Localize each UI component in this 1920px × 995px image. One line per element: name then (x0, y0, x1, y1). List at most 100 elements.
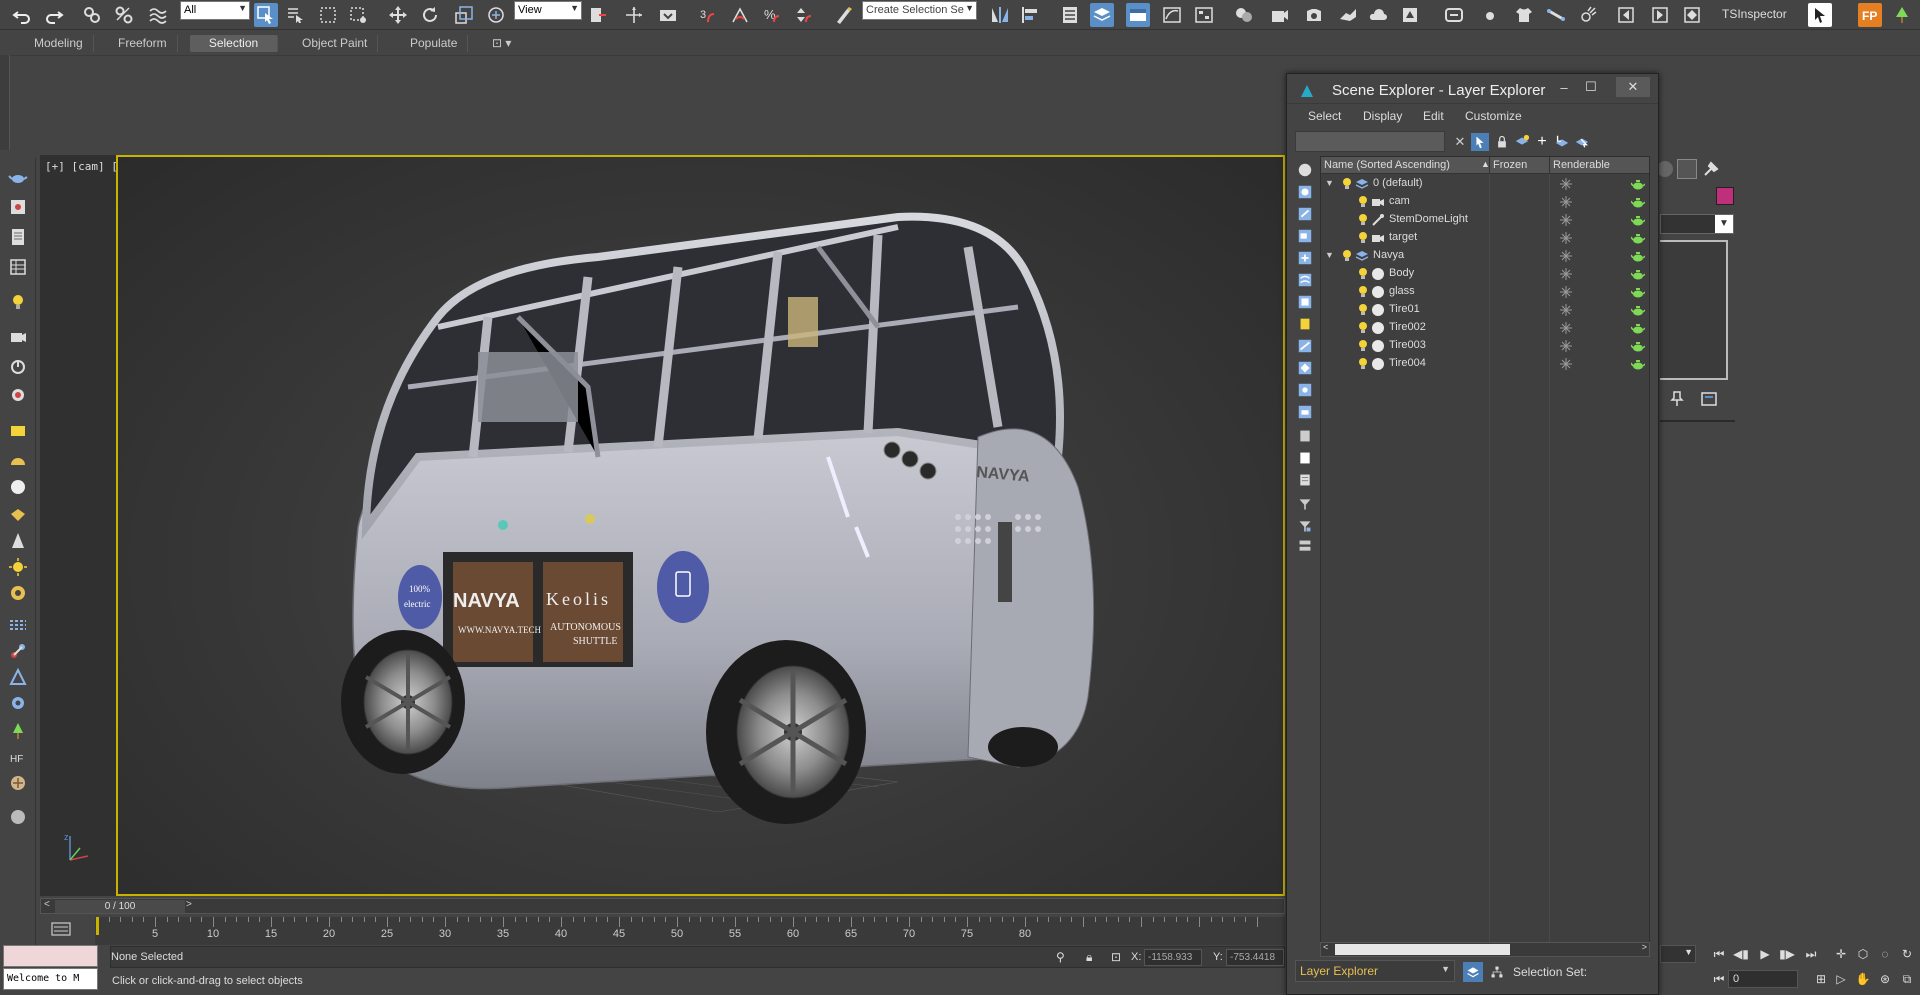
angle-snap-icon[interactable] (728, 3, 752, 27)
snowflake-icon[interactable] (1559, 249, 1573, 263)
teapot-render-icon[interactable] (1631, 231, 1645, 245)
toggle-scene-explorer-icon[interactable] (1058, 3, 1082, 27)
snowflake-icon[interactable] (1559, 339, 1573, 353)
render-iterative-icon[interactable] (1398, 3, 1422, 27)
layer-explorer-mode-icon[interactable] (1463, 962, 1483, 982)
tree-item-name[interactable]: cam (1389, 195, 1410, 207)
tree-item-name[interactable]: Navya (1373, 249, 1404, 261)
tree-item-name[interactable]: target (1389, 231, 1417, 243)
menu-edit[interactable]: Edit (1423, 109, 1444, 123)
sphere-gizmo-icon[interactable] (7, 806, 29, 828)
sun-icon[interactable] (7, 556, 29, 578)
filter-dependents-icon[interactable] (1295, 536, 1315, 556)
utilities-tab-icon[interactable] (1677, 159, 1697, 179)
snowflake-icon[interactable] (1559, 303, 1573, 317)
keyboard-shortcut-override-icon[interactable] (656, 3, 680, 27)
previous-frame-icon[interactable]: ◀▮ (1732, 945, 1750, 963)
tree-item-name[interactable]: Tire003 (1389, 339, 1426, 351)
rotate-icon[interactable] (418, 3, 442, 27)
column-renderable-header[interactable]: Renderable (1553, 159, 1610, 171)
time-slider[interactable]: < 0 / 100 > (40, 898, 1285, 914)
column-frozen-header[interactable]: Frozen (1493, 159, 1527, 171)
display-shapes-icon[interactable] (1295, 182, 1315, 202)
maximize-viewport-icon[interactable]: ⧉ (1898, 970, 1916, 988)
tree-object-row[interactable]: Tire003 (1321, 337, 1649, 355)
tree-item-name[interactable]: Body (1389, 267, 1414, 279)
keyframe-next-icon[interactable] (1648, 3, 1672, 27)
keyframe-set-icon[interactable] (1680, 3, 1704, 27)
tape-measure-icon[interactable] (7, 666, 29, 688)
select-and-place-icon[interactable] (484, 3, 508, 27)
tree-object-row[interactable]: StemDomeLight (1321, 211, 1649, 229)
display-xrefs-icon[interactable] (1295, 314, 1315, 334)
snowflake-icon[interactable] (1559, 213, 1573, 227)
go-to-start-icon[interactable]: ⏮ (1710, 945, 1728, 963)
bulb-icon[interactable] (1357, 321, 1369, 335)
window-crossing-icon[interactable] (346, 3, 370, 27)
align-icon[interactable] (1018, 3, 1042, 27)
y-coordinate-field[interactable]: -753.4418 (1226, 949, 1284, 966)
mirror-icon[interactable] (988, 3, 1012, 27)
modifier-stack-list[interactable] (1660, 240, 1728, 380)
ribbon-options-icon[interactable]: ⊡ ▾ (482, 35, 521, 52)
new-layer-icon[interactable] (1513, 133, 1531, 151)
maxscript-listener-input[interactable] (3, 945, 98, 967)
scroll-left-arrow[interactable]: < (1323, 942, 1328, 952)
teapot-render-icon[interactable] (1631, 339, 1645, 353)
maxscript-welcome-output[interactable]: Welcome to M (3, 968, 98, 990)
go-to-end-icon[interactable]: ⏭ (1802, 945, 1820, 963)
clear-search-icon[interactable]: ✕ (1451, 133, 1469, 151)
column-name-header[interactable]: Name (Sorted Ascending) (1324, 159, 1450, 171)
menu-display[interactable]: Display (1363, 109, 1402, 123)
geosphere-icon[interactable] (7, 504, 29, 526)
selection-filter-dropdown[interactable]: All ▼ (180, 1, 250, 20)
cursor-select-icon[interactable] (1808, 3, 1832, 27)
display-helpers-icon[interactable] (1295, 248, 1315, 268)
snowflake-icon[interactable] (1559, 321, 1573, 335)
dome-icon[interactable] (7, 450, 29, 472)
render-production-icon[interactable] (1336, 3, 1360, 27)
pivot-center-icon[interactable] (586, 3, 610, 27)
tree-object-row[interactable]: Tire002 (1321, 319, 1649, 337)
display-containers-icon[interactable] (1295, 358, 1315, 378)
toggle-ribbon-icon[interactable] (1126, 3, 1150, 27)
tree-item-name[interactable]: Tire002 (1389, 321, 1426, 333)
tab-selection[interactable]: Selection (190, 35, 278, 52)
display-invert-icon[interactable] (1295, 470, 1315, 490)
bulb-icon[interactable] (1357, 267, 1369, 281)
rendered-frame-window-icon[interactable] (1302, 3, 1326, 27)
bulb-icon[interactable] (1357, 303, 1369, 317)
tree-object-row[interactable]: Body (1321, 265, 1649, 283)
display-frozen-icon[interactable] (1295, 380, 1315, 400)
layer-explorer-tree[interactable]: Name (Sorted Ascending) ▲ Frozen Rendera… (1320, 156, 1650, 954)
time-prev-arrow[interactable]: < (44, 899, 50, 910)
snowflake-icon[interactable] (1559, 285, 1573, 299)
find-field[interactable] (1295, 131, 1445, 152)
time-next-arrow[interactable]: > (186, 899, 192, 910)
bulb-icon[interactable] (1357, 231, 1369, 245)
menu-customize[interactable]: Customize (1465, 109, 1522, 123)
percent-snap-icon[interactable]: % (760, 3, 784, 27)
next-frame-icon[interactable]: ▮▶ (1778, 945, 1796, 963)
table-icon[interactable] (7, 256, 29, 278)
teapot-render-icon[interactable] (1631, 321, 1645, 335)
render-camera-icon[interactable] (7, 384, 29, 406)
display-none-icon[interactable] (1295, 448, 1315, 468)
current-frame-field[interactable]: 0 (1728, 970, 1798, 988)
redo-icon[interactable] (42, 3, 66, 27)
trackbar[interactable]: 5 10 15 20 25 30 35 40 45 50 55 60 65 70 75 80 (95, 917, 1285, 945)
select-manipulate-icon[interactable] (622, 3, 646, 27)
render-in-cloud-icon[interactable] (1366, 3, 1390, 27)
tab-object-paint[interactable]: Object Paint (292, 35, 379, 52)
display-bones-icon[interactable] (1295, 336, 1315, 356)
tab-populate[interactable]: Populate (400, 35, 469, 52)
hammer-icon[interactable] (1701, 159, 1721, 179)
bones-tool-icon[interactable] (1544, 3, 1568, 27)
snowflake-icon[interactable] (1559, 267, 1573, 281)
display-cameras-icon[interactable] (1295, 226, 1315, 246)
display-geometry-icon[interactable] (1295, 160, 1315, 180)
explorer-selector-dropdown[interactable]: Layer Explorer ▼ (1295, 960, 1455, 982)
tree-item-name[interactable]: Tire01 (1389, 303, 1420, 315)
modeling-toolkit-icon[interactable] (1442, 3, 1466, 27)
torus-icon[interactable] (7, 582, 29, 604)
